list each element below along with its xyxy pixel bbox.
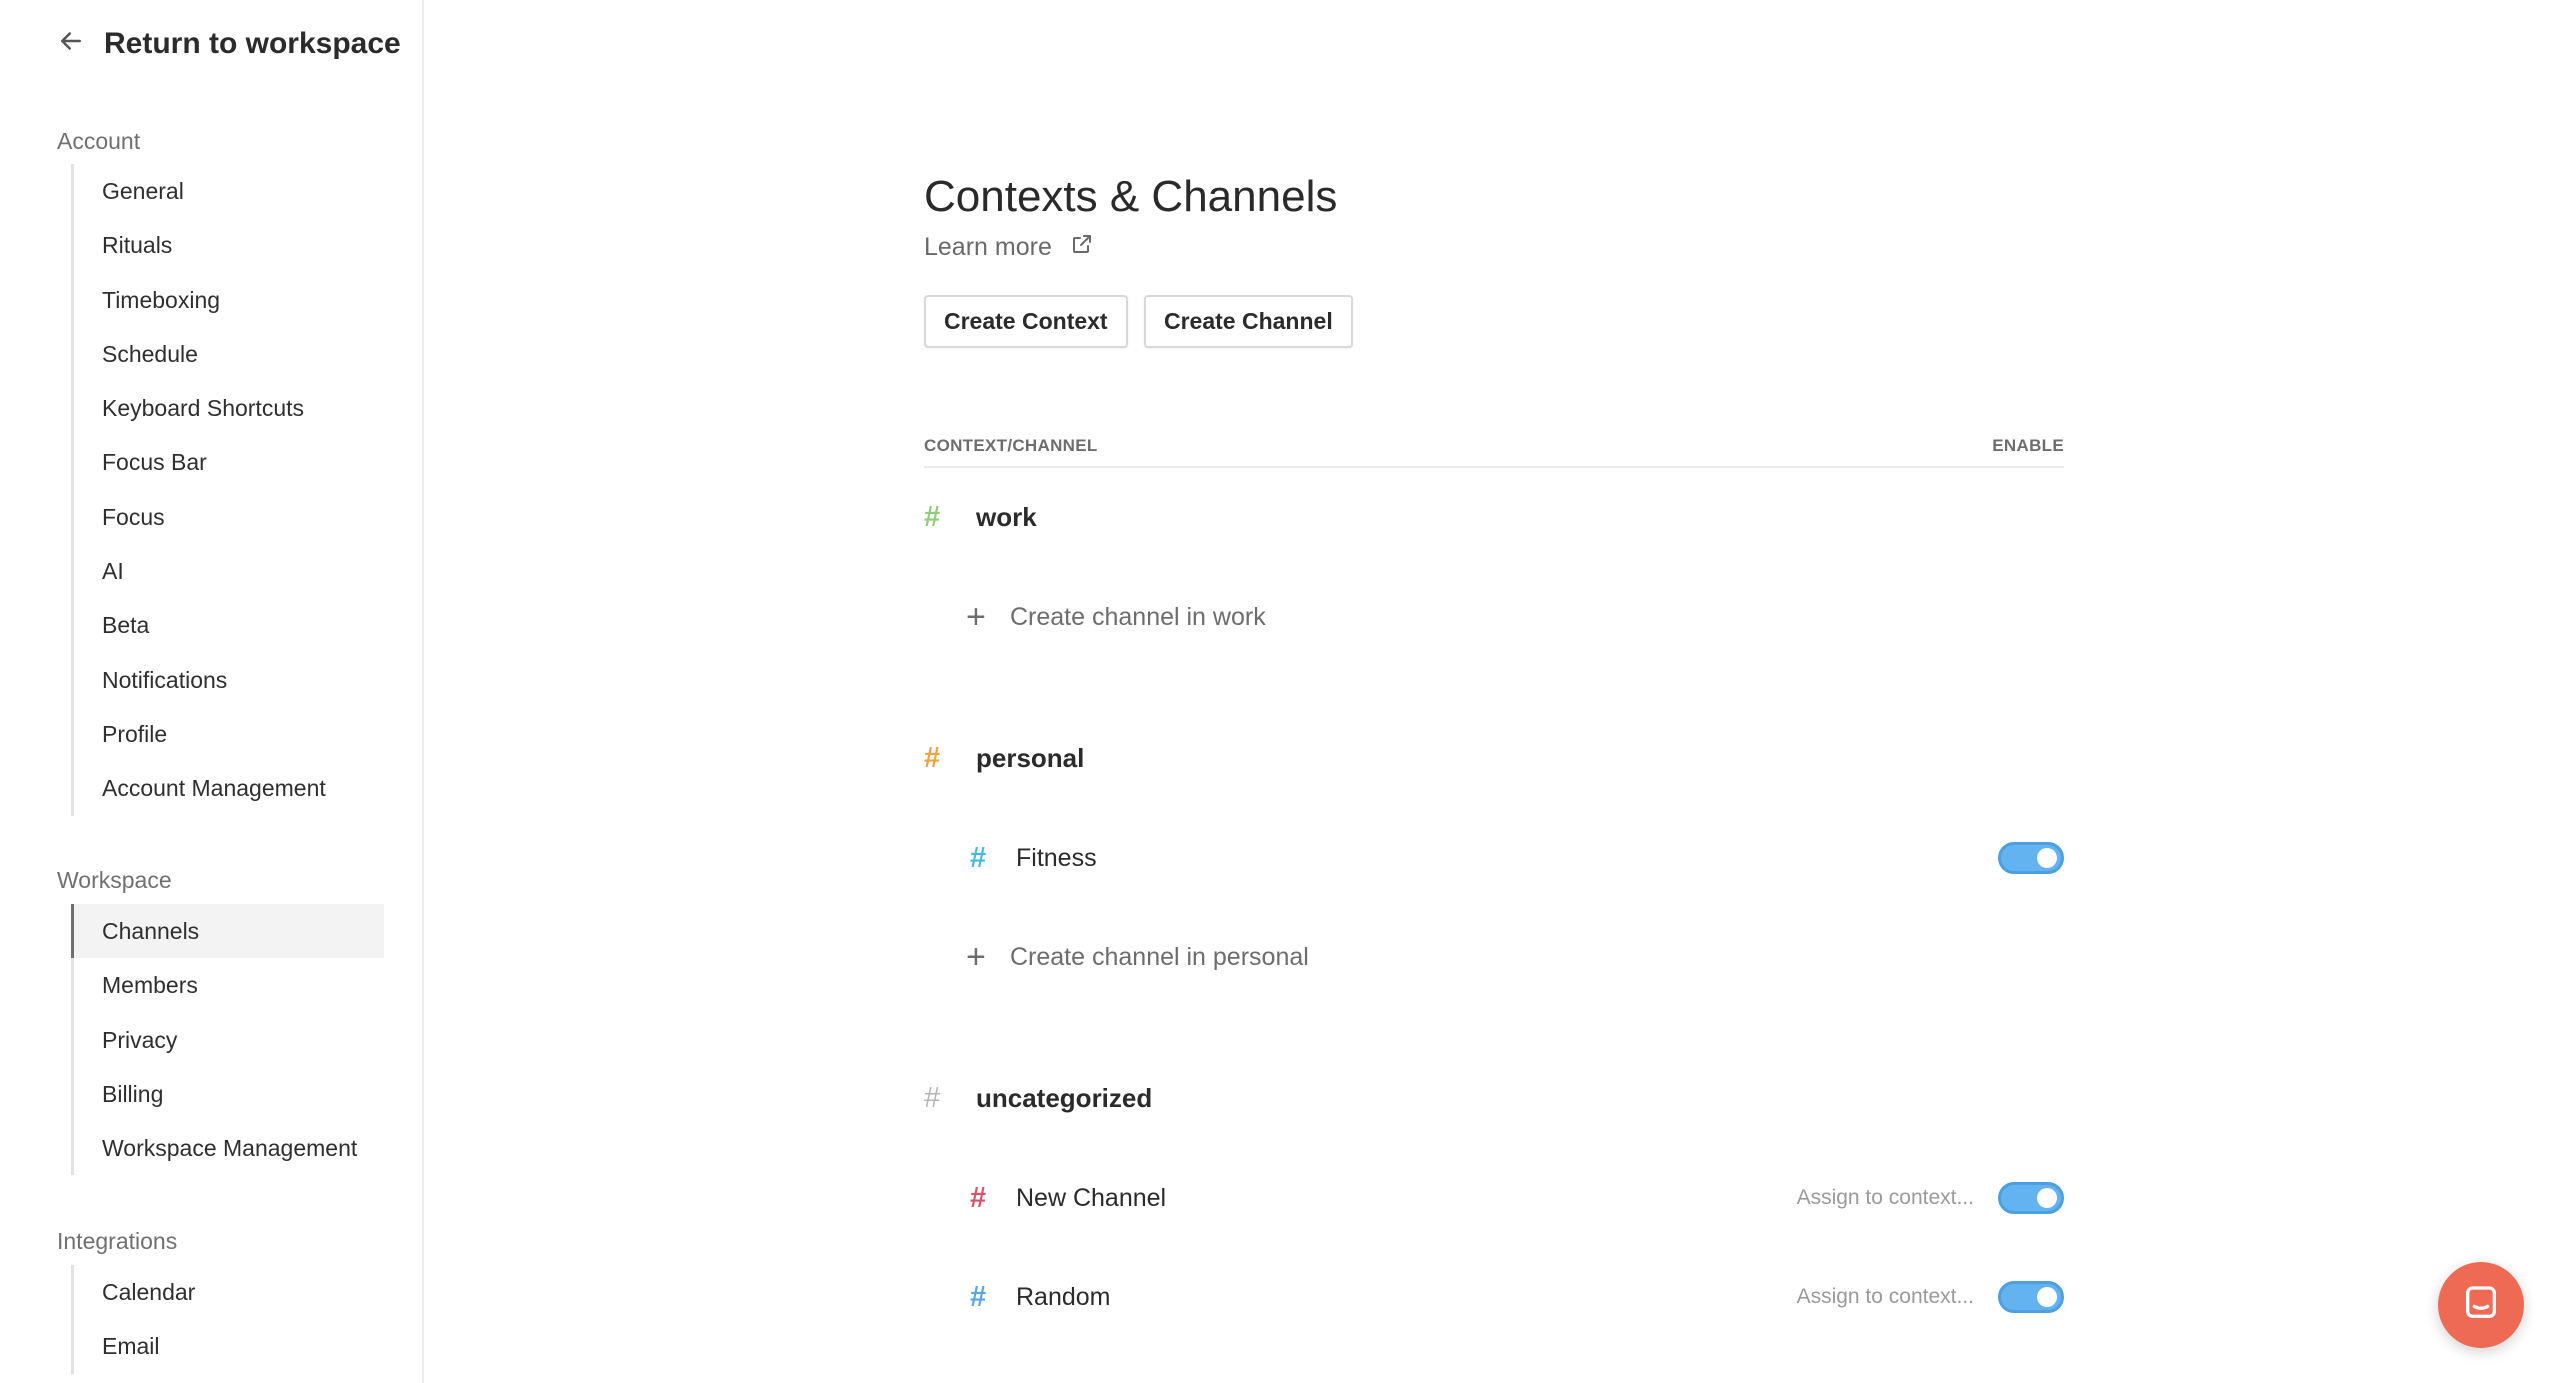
sidebar-item-general[interactable]: General <box>74 164 384 218</box>
hash-icon: # <box>970 1280 987 1313</box>
sidebar-item-focus-bar[interactable]: Focus Bar <box>74 435 384 489</box>
hash-icon: # <box>924 500 941 533</box>
toggle-knob <box>2037 1188 2057 1208</box>
chat-bubble-icon <box>2461 1283 2501 1328</box>
chat-launcher-button[interactable] <box>2438 1262 2524 1348</box>
enable-toggle-fitness[interactable] <box>1998 842 2064 874</box>
toggle-knob <box>2037 1287 2057 1307</box>
context-row-work[interactable]: # work <box>924 492 2064 542</box>
sidebar-item-members[interactable]: Members <box>74 958 384 1012</box>
sidebar-item-workspace-management[interactable]: Workspace Management <box>74 1121 384 1175</box>
channel-name: New Channel <box>1016 1183 1167 1212</box>
sidebar-item-channels[interactable]: Channels <box>71 904 384 959</box>
return-to-workspace-link[interactable]: Return to workspace <box>56 26 401 61</box>
sidebar-item-timeboxing[interactable]: Timeboxing <box>74 273 384 327</box>
external-link-icon <box>1070 232 1094 263</box>
enable-toggle-new-channel[interactable] <box>1998 1182 2064 1214</box>
create-channel-label: Create channel in work <box>1010 602 1266 631</box>
hash-icon: # <box>924 1081 941 1114</box>
nav-group-account: General Rituals Timeboxing Schedule Keyb… <box>71 164 384 816</box>
plus-icon: + <box>966 937 986 976</box>
page-title: Contexts & Channels <box>924 172 1338 221</box>
sidebar-item-focus[interactable]: Focus <box>74 490 384 544</box>
arrow-left-icon <box>56 26 86 61</box>
create-channel-in-personal[interactable]: + Create channel in personal <box>966 932 2106 982</box>
sidebar-item-profile[interactable]: Profile <box>74 707 384 761</box>
section-title-integrations: Integrations <box>57 1228 178 1254</box>
return-to-workspace-label: Return to workspace <box>104 26 401 60</box>
hash-icon: # <box>924 741 941 774</box>
channel-name: Fitness <box>1016 843 1097 872</box>
hash-icon: # <box>970 841 987 874</box>
sidebar-item-account-management[interactable]: Account Management <box>74 761 384 815</box>
plus-icon: + <box>966 597 986 636</box>
channel-row-random[interactable]: # Random Assign to context... <box>924 1272 2064 1322</box>
channel-name: Random <box>1016 1282 1111 1311</box>
sidebar-item-beta[interactable]: Beta <box>74 598 384 652</box>
sidebar-item-billing[interactable]: Billing <box>74 1067 384 1121</box>
sidebar-item-ai[interactable]: AI <box>74 544 384 598</box>
nav-group-workspace: Channels Members Privacy Billing Workspa… <box>71 904 384 1176</box>
sidebar-item-schedule[interactable]: Schedule <box>74 327 384 381</box>
assign-to-context-link[interactable]: Assign to context... <box>1797 1186 1974 1210</box>
create-channel-label: Create channel in personal <box>1010 942 1309 971</box>
sidebar-item-keyboard-shortcuts[interactable]: Keyboard Shortcuts <box>74 381 384 435</box>
learn-more-link[interactable]: Learn more <box>924 232 1094 263</box>
section-title-workspace: Workspace <box>57 867 172 893</box>
column-header-context-channel: CONTEXT/CHANNEL <box>924 436 1098 455</box>
enable-toggle-random[interactable] <box>1998 1281 2064 1313</box>
create-channel-button[interactable]: Create Channel <box>1144 295 1353 348</box>
learn-more-label: Learn more <box>924 233 1052 261</box>
toggle-knob <box>2037 848 2057 868</box>
create-channel-in-work[interactable]: + Create channel in work <box>966 592 2106 642</box>
section-title-account: Account <box>57 128 141 154</box>
context-row-personal[interactable]: # personal <box>924 733 2064 783</box>
column-header-enable: ENABLE <box>1992 436 2064 455</box>
hash-icon: # <box>970 1181 987 1214</box>
sidebar-item-calendar[interactable]: Calendar <box>74 1265 384 1319</box>
settings-sidebar: Return to workspace Account General Ritu… <box>0 0 424 1383</box>
context-name: work <box>976 501 1037 532</box>
sidebar-item-email[interactable]: Email <box>74 1319 384 1373</box>
header-divider <box>924 466 2064 468</box>
context-name: uncategorized <box>976 1082 1153 1113</box>
assign-to-context-link[interactable]: Assign to context... <box>1797 1285 1974 1309</box>
context-name: personal <box>976 742 1085 773</box>
context-row-uncategorized[interactable]: # uncategorized <box>924 1073 2064 1123</box>
create-context-button[interactable]: Create Context <box>924 295 1128 348</box>
sidebar-item-privacy[interactable]: Privacy <box>74 1013 384 1067</box>
nav-group-integrations: Calendar Email <box>71 1265 384 1374</box>
channel-row-fitness[interactable]: # Fitness <box>924 833 2064 883</box>
channel-row-new-channel[interactable]: # New Channel Assign to context... <box>924 1173 2064 1223</box>
sidebar-item-rituals[interactable]: Rituals <box>74 218 384 272</box>
sidebar-item-notifications[interactable]: Notifications <box>74 653 384 707</box>
